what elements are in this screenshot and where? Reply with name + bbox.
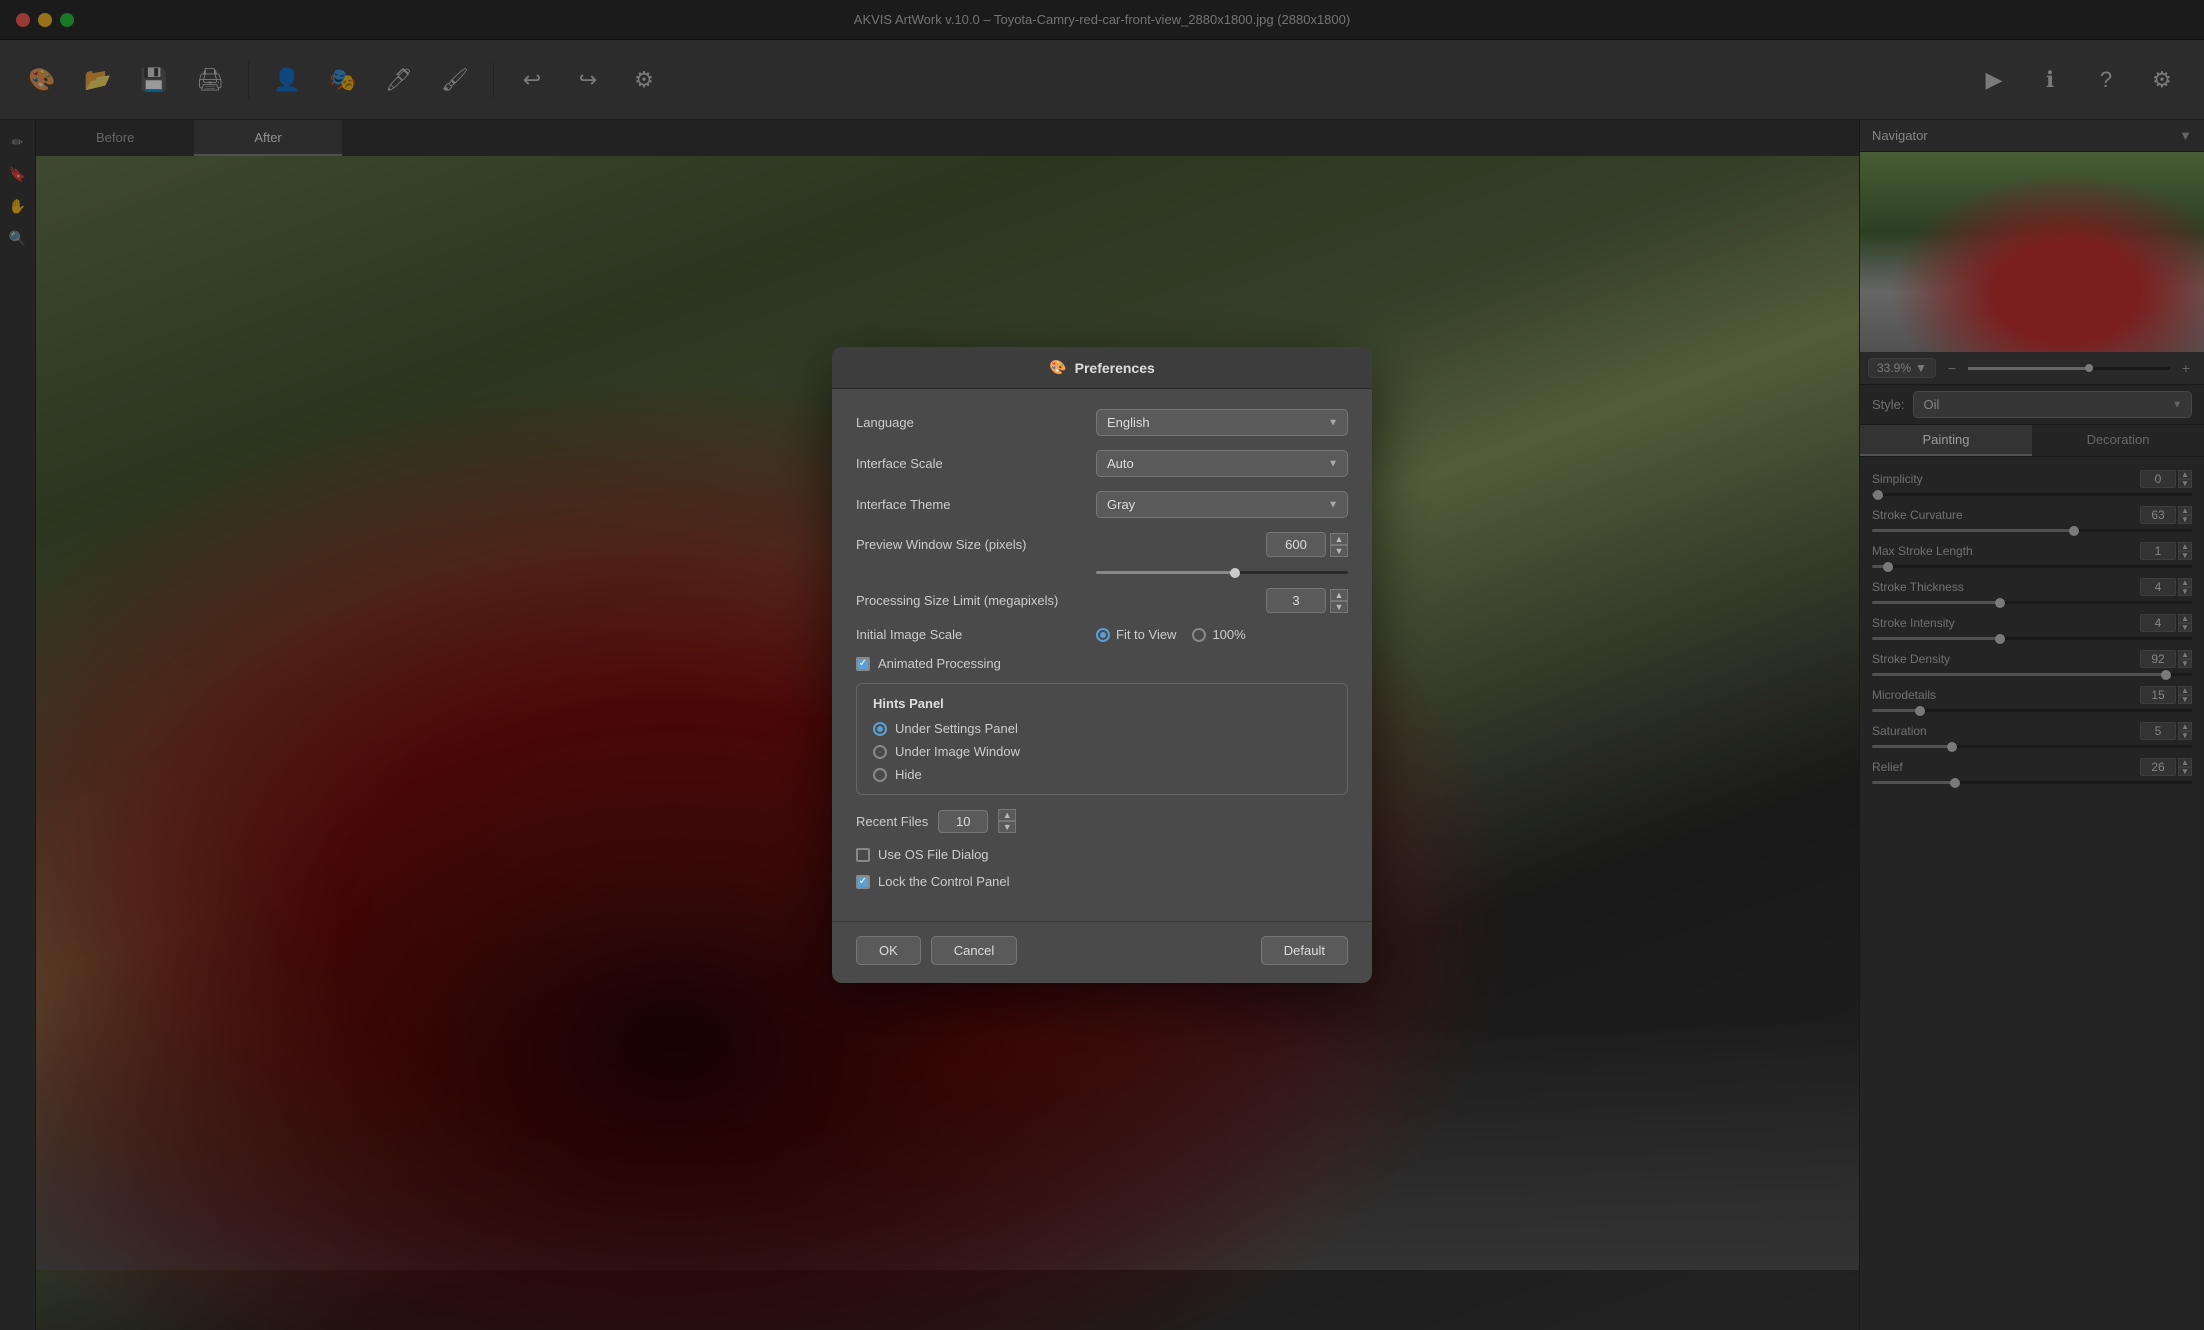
language-control: English French German xyxy=(1096,409,1348,436)
hints-under-image[interactable]: Under Image Window xyxy=(873,744,1331,759)
ok-cancel-group: OK Cancel xyxy=(856,936,1017,965)
preview-size-down[interactable]: ▼ xyxy=(1330,545,1348,557)
dialog-title: 🎨 Preferences xyxy=(832,347,1372,389)
preview-size-label: Preview Window Size (pixels) xyxy=(856,537,1096,552)
fit-to-view-option[interactable]: Fit to View xyxy=(1096,627,1176,642)
hints-hide-radio[interactable] xyxy=(873,768,887,782)
preview-size-input[interactable] xyxy=(1266,532,1326,557)
interface-scale-select[interactable]: Auto 100% 125% xyxy=(1096,450,1348,477)
interface-theme-control: Gray Dark Light xyxy=(1096,491,1348,518)
recent-files-input[interactable] xyxy=(938,810,988,833)
preview-size-control: ▲ ▼ xyxy=(1096,532,1348,557)
hundred-pct-option[interactable]: 100% xyxy=(1192,627,1245,642)
preview-size-up[interactable]: ▲ xyxy=(1330,533,1348,545)
hints-panel-section: Hints Panel Under Settings Panel Under I… xyxy=(856,683,1348,795)
language-label: Language xyxy=(856,415,1096,430)
hints-panel-title: Hints Panel xyxy=(873,696,1331,711)
default-button[interactable]: Default xyxy=(1261,936,1348,965)
language-row: Language English French German xyxy=(856,409,1348,436)
hundred-pct-radio[interactable] xyxy=(1192,628,1206,642)
recent-files-down[interactable]: ▼ xyxy=(998,821,1016,833)
dialog-body: Language English French German Interface… xyxy=(832,389,1372,921)
recent-files-row: Recent Files ▲ ▼ xyxy=(856,809,1348,833)
hints-under-settings[interactable]: Under Settings Panel xyxy=(873,721,1331,736)
interface-theme-label: Interface Theme xyxy=(856,497,1096,512)
hints-image-radio[interactable] xyxy=(873,745,887,759)
processing-limit-label: Processing Size Limit (megapixels) xyxy=(856,593,1096,608)
hints-settings-radio[interactable] xyxy=(873,722,887,736)
processing-limit-row: Processing Size Limit (megapixels) ▲ ▼ xyxy=(856,588,1348,613)
recent-files-spinner: ▲ ▼ xyxy=(998,809,1016,833)
initial-scale-label: Initial Image Scale xyxy=(856,627,1096,642)
interface-theme-select[interactable]: Gray Dark Light xyxy=(1096,491,1348,518)
interface-scale-control: Auto 100% 125% xyxy=(1096,450,1348,477)
preview-size-row: Preview Window Size (pixels) ▲ ▼ xyxy=(856,532,1348,557)
ok-button[interactable]: OK xyxy=(856,936,921,965)
preferences-dialog: 🎨 Preferences Language English French Ge… xyxy=(832,347,1372,983)
initial-scale-radio-group: Fit to View 100% xyxy=(1096,627,1246,642)
recent-files-up[interactable]: ▲ xyxy=(998,809,1016,821)
cancel-button[interactable]: Cancel xyxy=(931,936,1017,965)
processing-limit-up[interactable]: ▲ xyxy=(1330,589,1348,601)
language-select[interactable]: English French German xyxy=(1096,409,1348,436)
use-os-dialog-row[interactable]: Use OS File Dialog xyxy=(856,847,1348,862)
processing-limit-spinner: ▲ ▼ xyxy=(1330,589,1348,613)
preview-slider-row xyxy=(856,571,1348,574)
interface-theme-row: Interface Theme Gray Dark Light xyxy=(856,491,1348,518)
lock-control-panel-label: Lock the Control Panel xyxy=(878,874,1010,889)
animated-processing-label: Animated Processing xyxy=(878,656,1001,671)
dialog-buttons: OK Cancel Default xyxy=(832,921,1372,983)
lock-control-panel-row[interactable]: ✓ Lock the Control Panel xyxy=(856,874,1348,889)
processing-limit-input[interactable] xyxy=(1266,588,1326,613)
preview-size-spinner: ▲ ▼ xyxy=(1330,533,1348,557)
interface-scale-row: Interface Scale Auto 100% 125% xyxy=(856,450,1348,477)
dialog-icon: 🎨 xyxy=(1049,359,1066,376)
animated-processing-checkbox[interactable]: ✓ xyxy=(856,657,870,671)
use-os-dialog-checkbox[interactable] xyxy=(856,848,870,862)
animated-processing-row[interactable]: ✓ Animated Processing xyxy=(856,656,1348,671)
preview-size-slider[interactable] xyxy=(1096,571,1348,574)
recent-files-label: Recent Files xyxy=(856,814,928,829)
processing-limit-control: ▲ ▼ xyxy=(1096,588,1348,613)
hints-hide[interactable]: Hide xyxy=(873,767,1331,782)
processing-limit-down[interactable]: ▼ xyxy=(1330,601,1348,613)
fit-to-view-radio[interactable] xyxy=(1096,628,1110,642)
interface-scale-label: Interface Scale xyxy=(856,456,1096,471)
use-os-dialog-label: Use OS File Dialog xyxy=(878,847,989,862)
initial-scale-row: Initial Image Scale Fit to View 100% xyxy=(856,627,1348,642)
lock-control-panel-checkbox[interactable]: ✓ xyxy=(856,875,870,889)
dialog-overlay: 🎨 Preferences Language English French Ge… xyxy=(0,0,2204,1330)
